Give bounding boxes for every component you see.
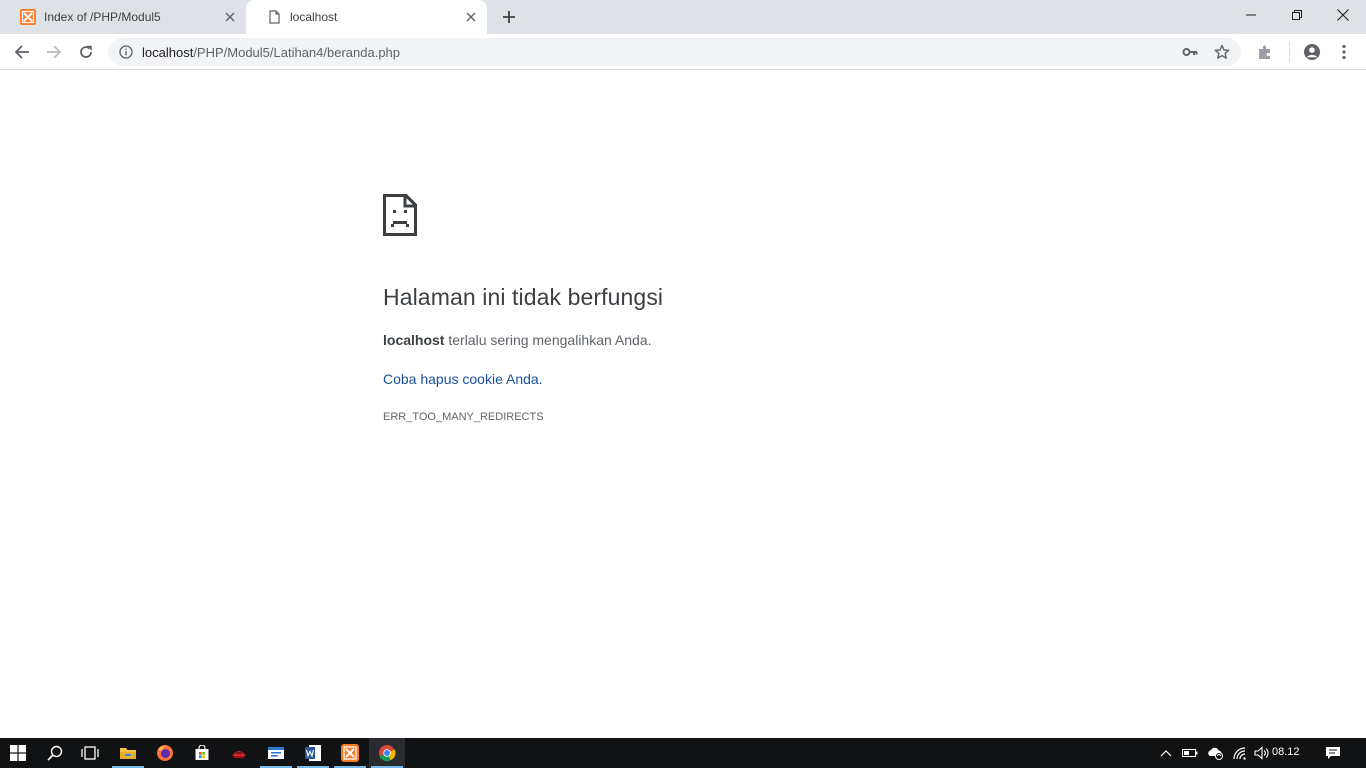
notification-icon [1326, 747, 1340, 759]
onedrive-button[interactable] [1204, 738, 1226, 768]
profile-button[interactable] [1300, 40, 1324, 64]
error-host: localhost [383, 332, 445, 348]
info-icon[interactable] [119, 45, 133, 59]
network-button[interactable] [1230, 738, 1250, 768]
plus-icon [503, 11, 515, 23]
new-tab-button[interactable] [498, 6, 520, 28]
close-tab-icon[interactable] [222, 9, 238, 25]
back-button[interactable] [10, 40, 34, 64]
sad-page-icon [383, 194, 417, 236]
tab-localhost[interactable]: localhost [246, 0, 487, 34]
word-icon [305, 745, 321, 761]
arrow-right-icon [47, 45, 62, 59]
error-description: localhost terlalu sering mengalihkan And… [383, 332, 652, 348]
tab-title: Index of /PHP/Modul5 [44, 10, 161, 24]
folder-icon [120, 748, 136, 759]
taskbar-clock[interactable]: 08.12 [1272, 746, 1300, 758]
error-title: Halaman ini tidak berfungsi [383, 284, 664, 310]
url-host: localhost [142, 45, 194, 60]
cloud-sync-icon [1208, 747, 1223, 760]
minimize-button[interactable] [1228, 0, 1274, 30]
account-circle-icon [1304, 44, 1320, 60]
taskbar-app-blue[interactable] [258, 738, 294, 768]
xampp-icon [341, 744, 359, 762]
url-path: /PHP/Modul5/Latihan4/beranda.php [193, 45, 401, 60]
action-center-button[interactable] [1320, 738, 1346, 768]
taskbar-file-explorer[interactable] [110, 738, 146, 768]
start-button[interactable] [0, 738, 36, 768]
star-icon[interactable] [1214, 44, 1230, 60]
taskbar-word[interactable] [295, 738, 331, 768]
red-app-icon [232, 751, 246, 758]
chevron-up-icon [1160, 750, 1172, 757]
store-icon [195, 745, 209, 760]
more-vertical-icon [1342, 44, 1346, 60]
chrome-icon [379, 745, 396, 762]
close-window-button[interactable] [1320, 0, 1366, 30]
battery-icon [1182, 749, 1198, 757]
browser-toolbar: localhost/PHP/Modul5/Latihan4/beranda.ph… [0, 34, 1366, 70]
speaker-icon [1254, 746, 1269, 760]
window-app-icon [268, 747, 284, 759]
restore-button[interactable] [1274, 0, 1320, 30]
extension-button[interactable] [1253, 40, 1277, 64]
taskbar-chrome[interactable] [369, 738, 405, 768]
restore-icon [1292, 10, 1302, 20]
page-content [0, 71, 1366, 738]
error-code: ERR_TOO_MANY_REDIRECTS [383, 411, 544, 423]
show-hidden-icons-button[interactable] [1156, 738, 1176, 768]
page-icon [266, 9, 282, 25]
firefox-icon [157, 745, 173, 761]
arrow-left-icon [14, 45, 29, 59]
reload-button[interactable] [74, 40, 98, 64]
search-icon [47, 745, 63, 761]
error-description-text: terlalu sering mengalihkan Anda. [444, 332, 652, 348]
taskbar: 08.12 [0, 738, 1366, 768]
address-bar[interactable]: localhost/PHP/Modul5/Latihan4/beranda.ph… [108, 38, 1241, 66]
xampp-icon [20, 9, 36, 25]
tab-index-of-modul5[interactable]: Index of /PHP/Modul5 [0, 0, 246, 34]
puzzle-icon [1259, 45, 1270, 59]
battery-button[interactable] [1180, 738, 1200, 768]
menu-button[interactable] [1332, 40, 1356, 64]
taskbar-app-red[interactable] [221, 738, 257, 768]
toolbar-separator [1289, 42, 1290, 62]
task-view-icon [81, 746, 99, 760]
tab-title: localhost [290, 10, 338, 24]
close-icon [1337, 9, 1349, 21]
windows-logo-icon [10, 745, 26, 761]
taskbar-store[interactable] [184, 738, 220, 768]
minimize-icon [1246, 14, 1256, 16]
key-icon[interactable] [1182, 44, 1198, 60]
tab-strip: Index of /PHP/Modul5 localhost [0, 0, 1366, 34]
url-text[interactable]: localhost/PHP/Modul5/Latihan4/beranda.ph… [142, 45, 400, 60]
wifi-icon [1233, 747, 1246, 760]
clear-cookies-link[interactable]: Coba hapus cookie Anda. [383, 371, 543, 387]
search-button[interactable] [37, 738, 73, 768]
forward-button[interactable] [42, 40, 66, 64]
volume-button[interactable] [1252, 738, 1272, 768]
taskbar-firefox[interactable] [147, 738, 183, 768]
taskbar-xampp[interactable] [332, 738, 368, 768]
task-view-button[interactable] [72, 738, 108, 768]
close-tab-icon[interactable] [463, 9, 479, 25]
reload-icon [80, 45, 92, 58]
